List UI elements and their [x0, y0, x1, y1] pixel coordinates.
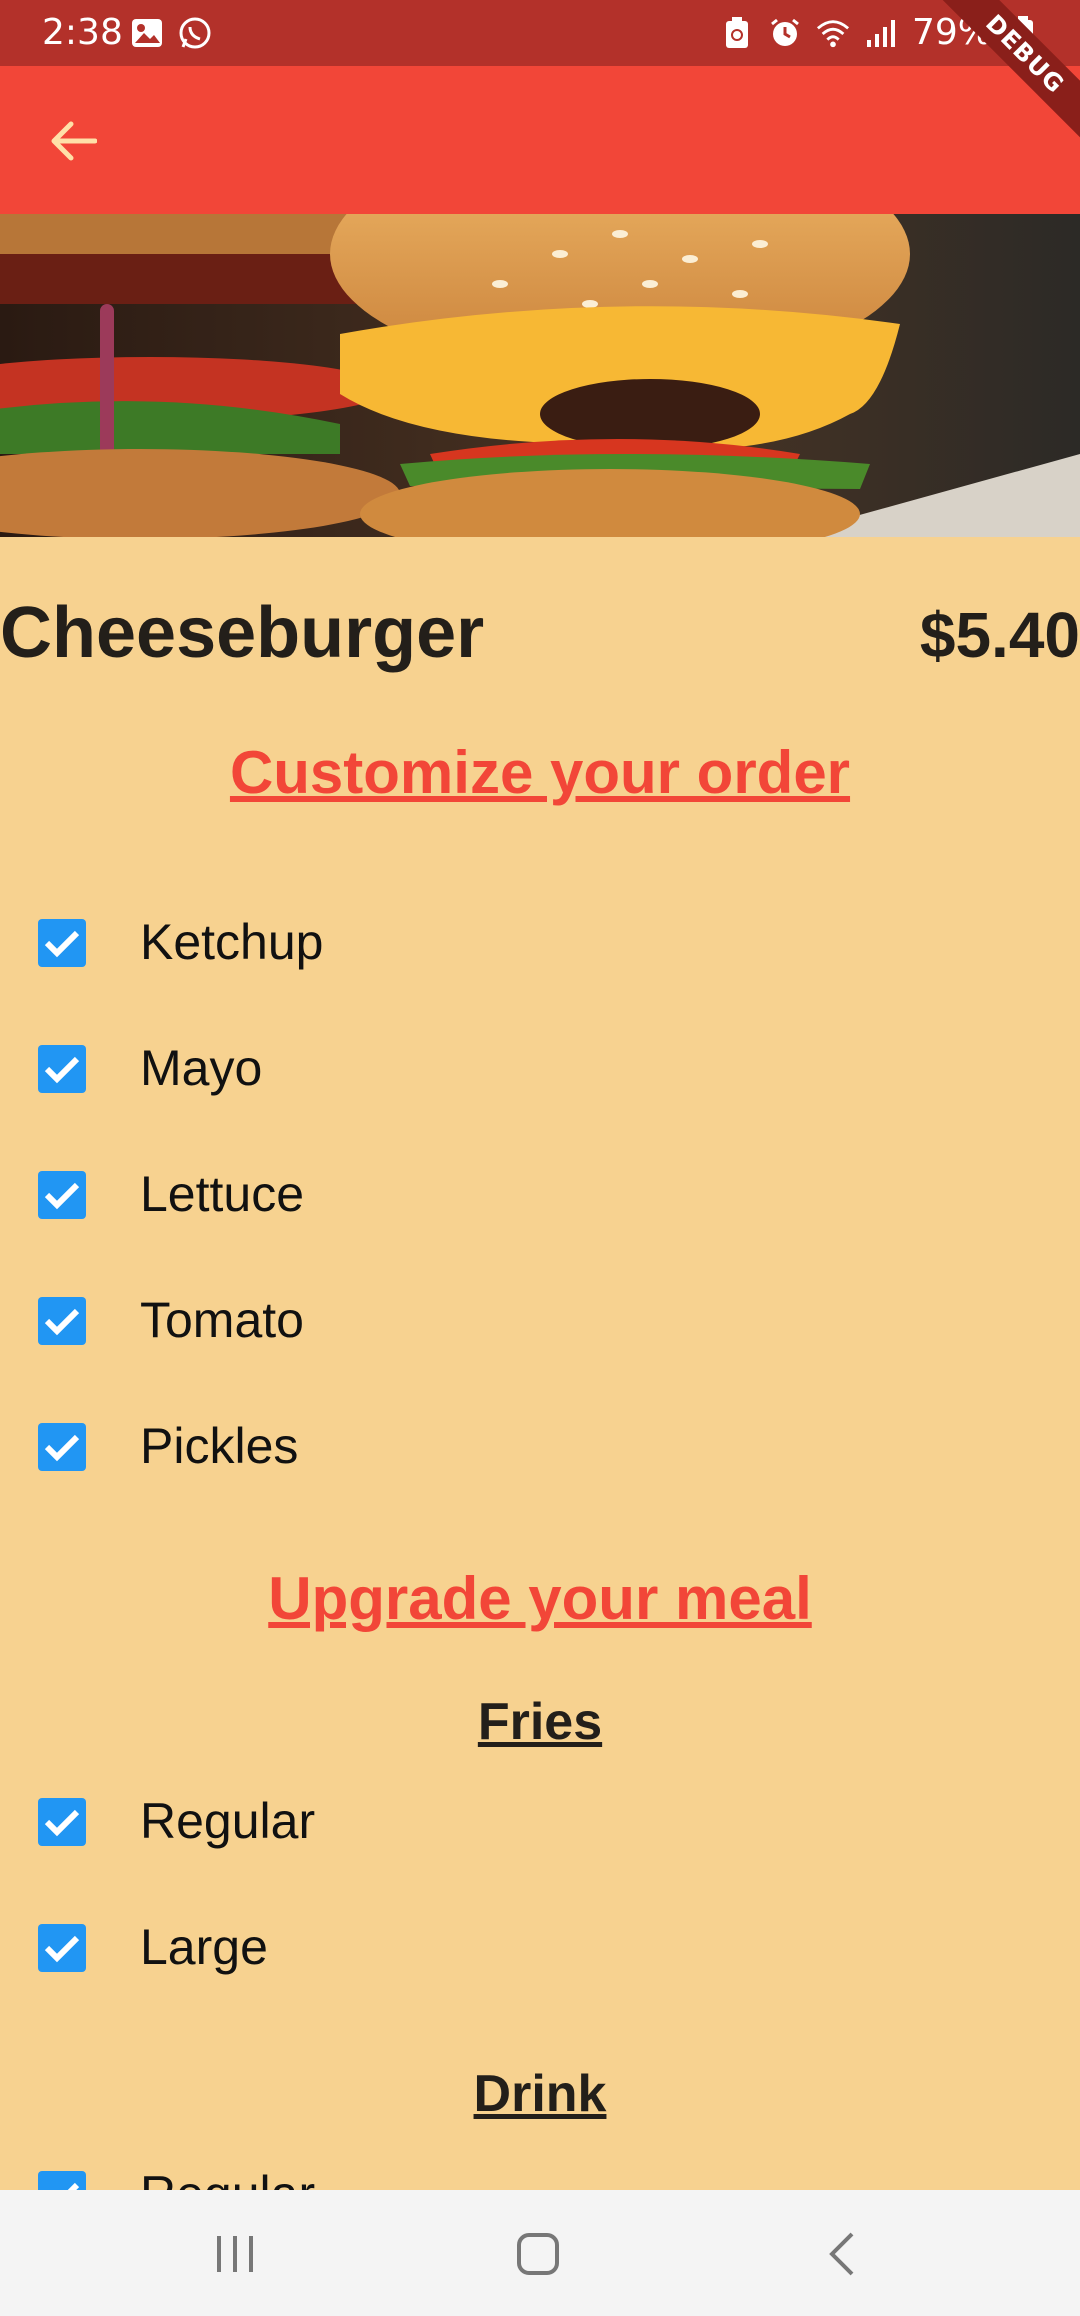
arrow-back-icon	[51, 121, 97, 161]
home-button[interactable]	[503, 2222, 573, 2286]
product-title: Cheeseburger	[0, 593, 485, 673]
wifi-icon	[816, 16, 850, 50]
check-icon	[44, 930, 80, 958]
status-bar: 2:38 79%	[0, 0, 1080, 66]
option-ketchup[interactable]: Ketchup	[0, 893, 1080, 993]
checkbox[interactable]	[38, 919, 86, 967]
option-label: Lettuce	[140, 1166, 305, 1222]
option-fries-large[interactable]: Large	[0, 1898, 1080, 1998]
status-time: 2:38	[42, 12, 123, 53]
home-icon	[517, 2233, 559, 2275]
option-lettuce[interactable]: Lettuce	[0, 1145, 1080, 1245]
option-tomato[interactable]: Tomato	[0, 1271, 1080, 1371]
option-mayo[interactable]: Mayo	[0, 1019, 1080, 1119]
option-fries-regular[interactable]: Regular	[0, 1772, 1080, 1872]
product-price: $5.40	[919, 599, 1080, 671]
checkbox[interactable]	[38, 1423, 86, 1471]
option-label: Tomato	[140, 1292, 304, 1348]
drink-heading: Drink	[473, 2065, 607, 2123]
upgrade-heading: Upgrade your meal	[268, 1565, 812, 1632]
check-icon	[44, 1809, 80, 1837]
checkbox[interactable]	[38, 1171, 86, 1219]
check-icon	[44, 1434, 80, 1462]
check-icon	[44, 1935, 80, 1963]
option-label: Ketchup	[140, 914, 324, 970]
back-icon	[829, 2232, 854, 2276]
cheeseburger-image	[0, 214, 1080, 537]
system-back-button[interactable]	[806, 2222, 876, 2286]
checkbox[interactable]	[38, 1924, 86, 1972]
app-bar	[0, 66, 1080, 214]
alarm-icon	[768, 16, 802, 50]
whatsapp-icon	[178, 16, 212, 50]
option-label: Regular	[140, 1793, 316, 1849]
option-label: Large	[140, 1919, 268, 1975]
option-pickles[interactable]: Pickles	[0, 1397, 1080, 1497]
option-label: Mayo	[140, 1040, 263, 1096]
checkbox[interactable]	[38, 1798, 86, 1846]
recent-apps-button[interactable]	[200, 2222, 270, 2286]
fries-heading: Fries	[477, 1693, 603, 1751]
checkbox[interactable]	[38, 1297, 86, 1345]
battery-saver-icon	[720, 16, 754, 50]
navigation-bar	[0, 2190, 1080, 2316]
check-icon	[44, 1056, 80, 1084]
checkbox[interactable]	[38, 1045, 86, 1093]
check-icon	[44, 1308, 80, 1336]
check-icon	[44, 1182, 80, 1210]
option-label: Pickles	[140, 1418, 299, 1474]
recent-apps-icon	[217, 2236, 253, 2272]
signal-icon	[864, 16, 898, 50]
image-icon	[130, 16, 164, 50]
customize-heading: Customize your order	[229, 739, 851, 806]
back-button[interactable]	[38, 106, 108, 176]
